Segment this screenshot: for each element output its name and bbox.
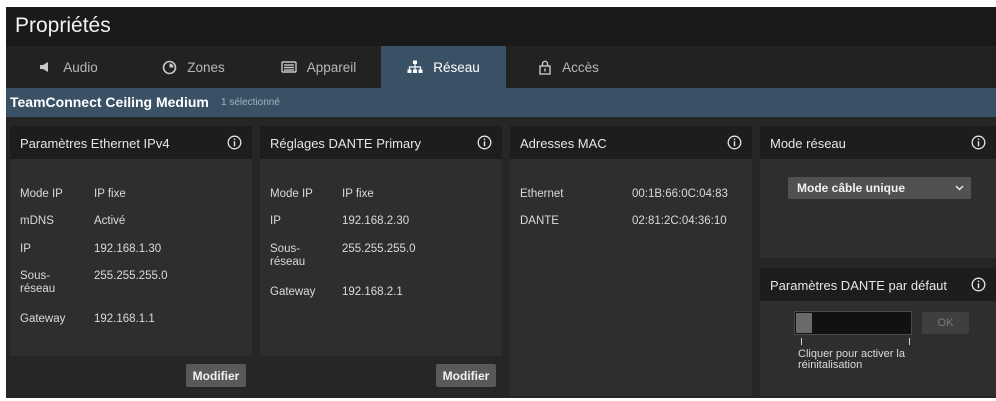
panel-header: Adresses MAC: [510, 126, 752, 159]
mac-ethernet-value: 00:1B:66:0C:04:83: [632, 188, 728, 200]
tab-label: Accès: [562, 59, 599, 75]
dante-primary-panel: Réglages DANTE Primary Mode IP IP fixe I…: [260, 126, 502, 396]
panel-header: Réglages DANTE Primary: [260, 126, 502, 159]
gateway-label: Gateway: [20, 313, 66, 325]
lock-icon: [538, 60, 552, 75]
subnet-label: Sous- réseau: [20, 270, 56, 295]
panel-header: Paramètres Ethernet IPv4: [10, 126, 252, 159]
tab-acces[interactable]: Accès: [506, 46, 631, 88]
dante-subnet-value: 255.255.255.0: [342, 243, 416, 255]
slider-handle[interactable]: [796, 313, 812, 333]
reset-hint: Cliquer pour activer la réinitalisation: [798, 348, 905, 371]
device-banner: TeamConnect Ceiling Medium 1 sélectionné: [6, 88, 996, 117]
tab-label: Appareil: [306, 59, 357, 75]
dante-ip-value: 192.168.2.30: [342, 215, 410, 227]
network-mode-value: Mode câble unique: [797, 181, 906, 195]
panel-header: Paramètres DANTE par défaut: [760, 268, 996, 301]
info-icon[interactable]: [477, 135, 492, 150]
mac-dante-value: 02:81:2C:04:36:10: [632, 215, 727, 227]
subnet-value: 255.255.255.0: [94, 270, 168, 282]
network-icon: [407, 60, 423, 74]
dante-default-panel: Paramètres DANTE par défaut OK Cliquer p…: [760, 268, 996, 396]
info-icon[interactable]: [971, 135, 986, 150]
title-bar: Propriétés: [6, 7, 996, 46]
tab-bar: Audio Zones Appareil Réseau Accès: [6, 46, 996, 88]
dante-ip-mode-label: Mode IP: [270, 188, 313, 200]
ip-label: IP: [20, 243, 31, 255]
dante-gateway-value: 192.168.2.1: [342, 286, 403, 298]
ok-button[interactable]: OK: [922, 312, 969, 334]
panel-header: Mode réseau: [760, 126, 996, 159]
ipv4-panel: Paramètres Ethernet IPv4 Mode IP IP fixe…: [10, 126, 252, 396]
tab-label: Réseau: [433, 59, 480, 75]
panel-title: Paramètres DANTE par défaut: [770, 278, 948, 293]
reset-slider[interactable]: [794, 311, 912, 335]
tab-label: Audio: [63, 59, 98, 75]
slider-tick-start: [801, 338, 802, 345]
panel-title: Paramètres Ethernet IPv4: [20, 136, 170, 151]
device-icon: [281, 61, 297, 73]
network-mode-select[interactable]: Mode câble unique: [788, 177, 971, 199]
speaker-icon: [39, 61, 53, 73]
slider-tick-end: [909, 338, 910, 345]
tab-zones[interactable]: Zones: [131, 46, 256, 88]
panel-footer: Modifier: [260, 356, 502, 396]
info-icon[interactable]: [227, 135, 242, 150]
dante-ip-label: IP: [270, 215, 281, 227]
ip-mode-value: IP fixe: [94, 188, 126, 200]
mdns-label: mDNS: [20, 215, 54, 227]
chevron-down-icon: [954, 182, 965, 196]
info-icon[interactable]: [727, 135, 742, 150]
mac-dante-label: DANTE: [520, 215, 559, 227]
modify-ipv4-button[interactable]: Modifier: [186, 364, 246, 387]
panel-title: Mode réseau: [770, 136, 846, 151]
network-mode-panel: Mode réseau Mode câble unique: [760, 126, 996, 258]
tab-appareil[interactable]: Appareil: [256, 46, 381, 88]
info-icon[interactable]: [971, 277, 986, 292]
properties-window: Propriétés Audio Zones Appareil Réseau A…: [6, 7, 996, 398]
mdns-value: Activé: [94, 215, 126, 227]
mac-ethernet-label: Ethernet: [520, 188, 564, 200]
panel-footer: Modifier: [10, 356, 252, 396]
device-name: TeamConnect Ceiling Medium: [10, 94, 209, 110]
dante-ip-mode-value: IP fixe: [342, 188, 374, 200]
window-title: Propriétés: [15, 14, 111, 37]
modify-dante-button[interactable]: Modifier: [436, 364, 496, 387]
gateway-value: 192.168.1.1: [94, 313, 155, 325]
panel-title: Adresses MAC: [520, 136, 607, 151]
ip-value: 192.168.1.30: [94, 243, 162, 255]
zones-icon: [162, 60, 177, 75]
panel-title: Réglages DANTE Primary: [270, 136, 421, 151]
dante-gateway-label: Gateway: [270, 286, 316, 298]
tab-label: Zones: [187, 59, 225, 75]
mac-address-panel: Adresses MAC Ethernet 00:1B:66:0C:04:83 …: [510, 126, 752, 396]
ip-mode-label: Mode IP: [20, 188, 63, 200]
tab-audio[interactable]: Audio: [6, 46, 131, 88]
selection-count: 1 sélectionné: [221, 97, 280, 108]
tab-reseau[interactable]: Réseau: [381, 46, 506, 88]
dante-subnet-label: Sous- réseau: [270, 243, 306, 268]
